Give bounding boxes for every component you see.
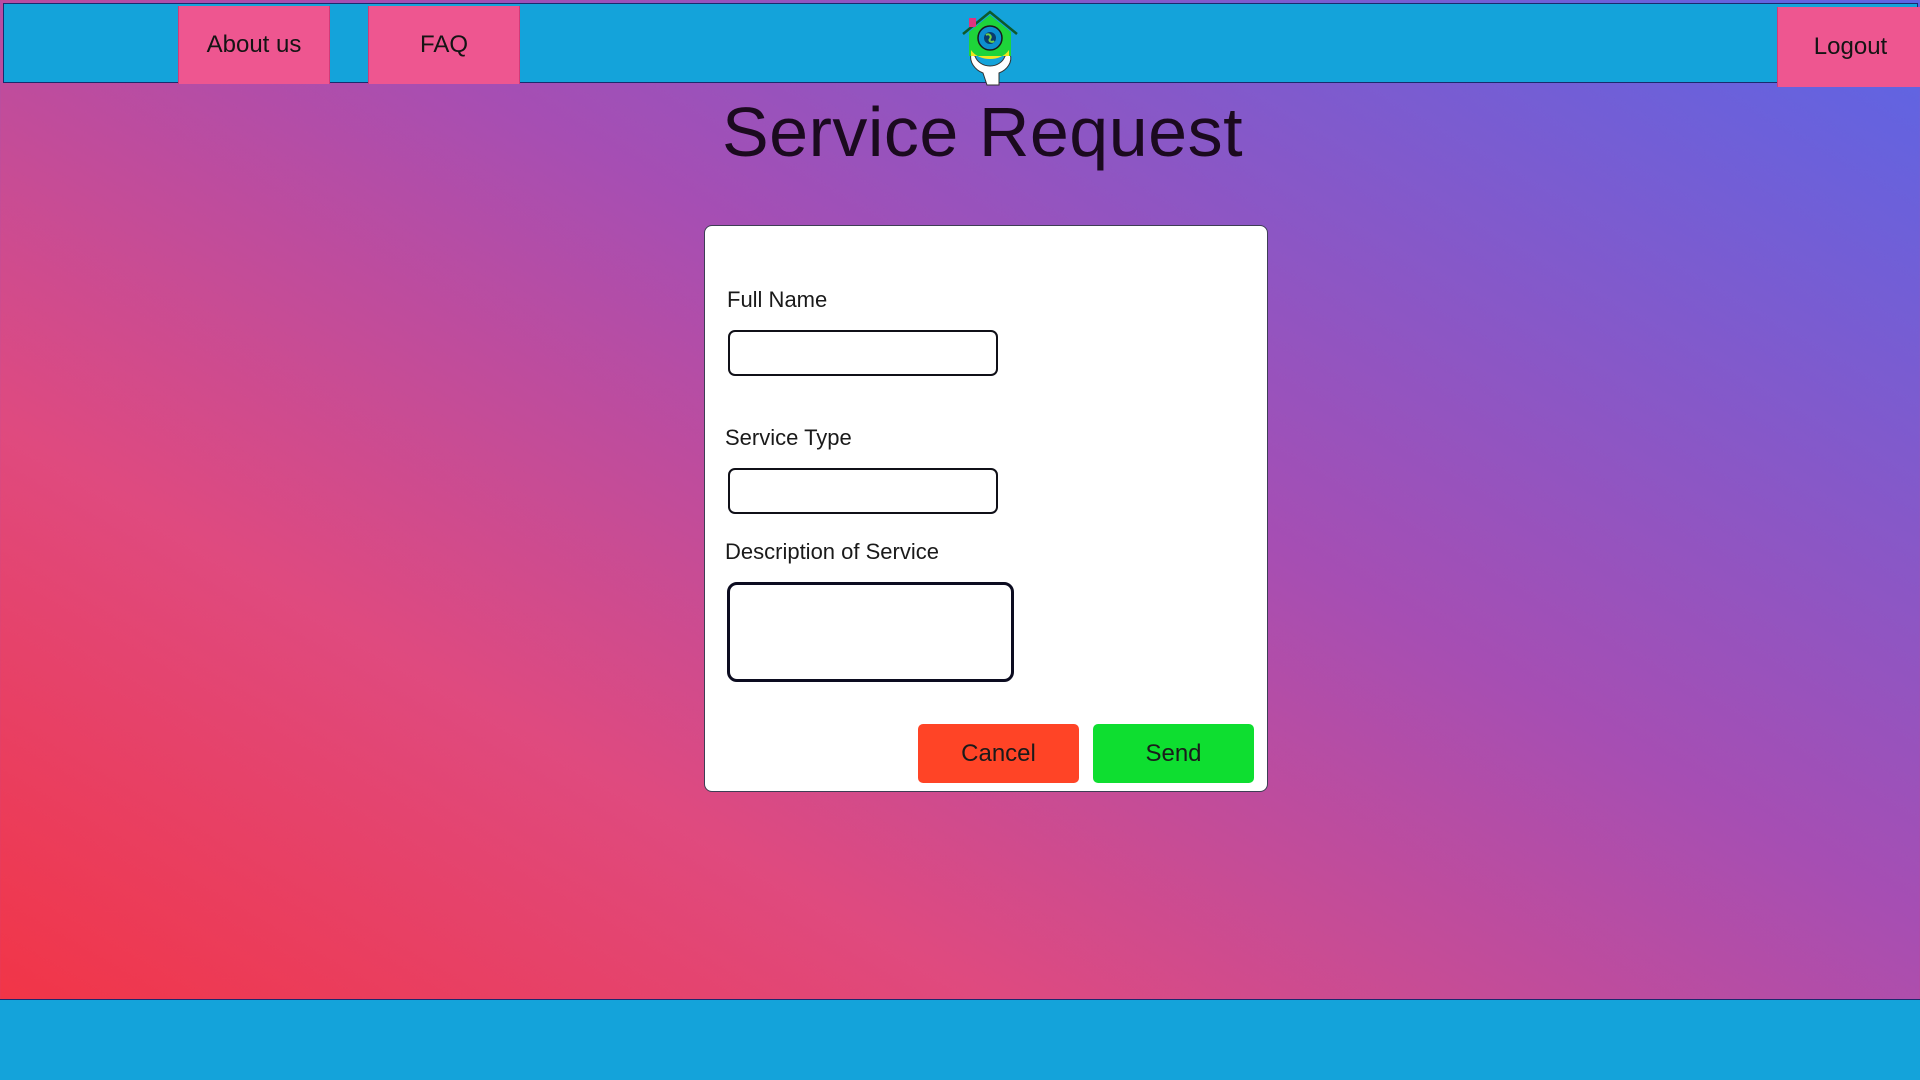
footer-bar	[0, 999, 1920, 1080]
send-button[interactable]: Send	[1093, 724, 1254, 783]
full-name-input[interactable]	[728, 330, 998, 376]
about-us-button[interactable]: About us	[178, 6, 330, 84]
full-name-label: Full Name	[727, 287, 828, 312]
description-textarea[interactable]	[727, 582, 1014, 682]
description-label: Description of Service	[725, 539, 939, 564]
service-request-form: Full Name Service Type Description of Se…	[704, 225, 1268, 792]
cancel-label: Cancel	[961, 739, 1036, 767]
service-type-input[interactable]	[728, 468, 998, 514]
cancel-button[interactable]: Cancel	[918, 724, 1079, 783]
faq-button[interactable]: FAQ	[368, 6, 520, 84]
logout-button[interactable]: Logout	[1777, 7, 1920, 87]
send-label: Send	[1145, 739, 1202, 767]
house-in-hand-icon[interactable]	[959, 10, 1021, 86]
faq-label: FAQ	[419, 31, 468, 58]
service-type-label: Service Type	[725, 425, 852, 450]
page-title: Service Request	[721, 93, 1244, 171]
logout-label: Logout	[1813, 33, 1888, 60]
about-us-label: About us	[206, 31, 302, 58]
top-nav-bar: About us FAQ Logout	[3, 3, 1920, 87]
